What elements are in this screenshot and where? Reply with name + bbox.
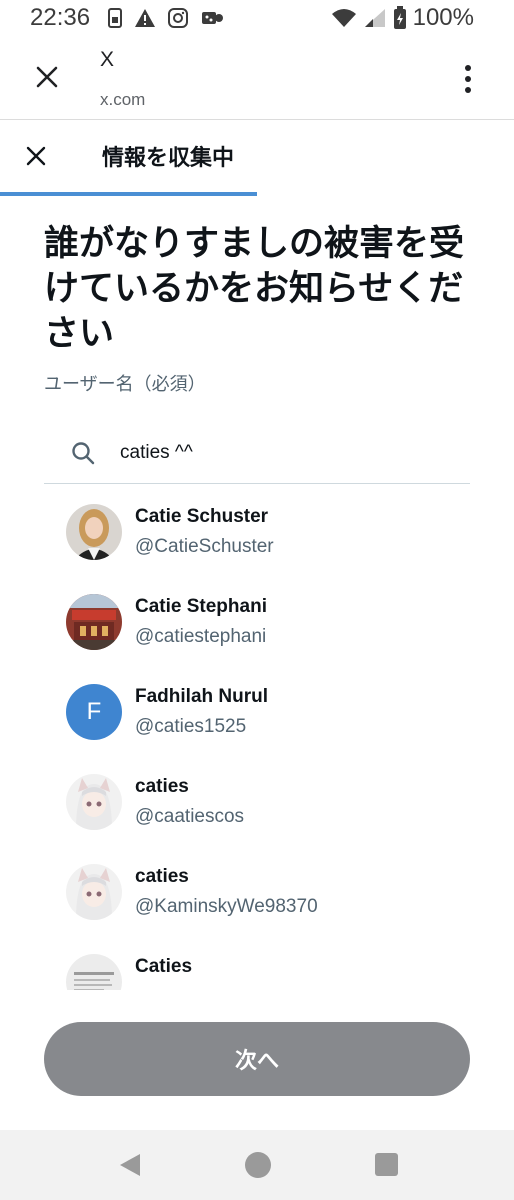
sim-icon xyxy=(108,8,122,28)
back-icon[interactable] xyxy=(118,1152,142,1178)
sheet-title: 情報を収集中 xyxy=(102,146,235,171)
page-heading: 誰がなりすましの被害を受けているかをお知らせください xyxy=(44,224,465,354)
list-item[interactable]: caties @KaminskyWe98370 xyxy=(0,844,514,934)
status-time: 22:36 xyxy=(30,4,91,31)
recent-apps-icon[interactable] xyxy=(375,1153,398,1176)
result-name: caties xyxy=(135,776,189,797)
avatar-letter: F xyxy=(86,698,102,725)
list-item[interactable]: F Fadhilah Nurul @caties1525 xyxy=(0,664,514,754)
search-icon xyxy=(72,442,95,465)
result-name: Catie Stephani xyxy=(135,596,267,617)
next-button[interactable]: 次へ xyxy=(44,1022,470,1096)
battery-icon xyxy=(393,6,406,29)
result-handle: @CatieSchuster xyxy=(135,536,274,557)
username-search-field[interactable] xyxy=(44,426,470,484)
list-item[interactable]: Catie Schuster @CatieSchuster xyxy=(0,484,514,574)
avatar xyxy=(66,504,122,560)
avatar xyxy=(66,774,122,830)
avatar xyxy=(66,954,122,990)
result-name: Catie Schuster xyxy=(135,506,269,527)
close-icon[interactable] xyxy=(24,144,48,168)
report-sheet-header: 情報を収集中 xyxy=(0,120,514,196)
search-input[interactable] xyxy=(120,438,450,468)
result-handle: @caties1525 xyxy=(135,716,247,737)
signal-icon xyxy=(364,9,385,27)
result-handle: @caatiescos xyxy=(135,806,245,827)
username-field-label: ユーザー名（必須） xyxy=(44,374,206,395)
browser-url: x.com xyxy=(100,90,146,109)
search-results-list: Catie Schuster @CatieSchuster Catie Step… xyxy=(0,484,514,990)
result-name: Caties xyxy=(135,956,193,977)
game-icon xyxy=(202,12,223,24)
wifi-icon xyxy=(331,9,356,27)
browser-page-title: X xyxy=(100,48,115,71)
list-item[interactable]: Caties xyxy=(0,934,514,990)
result-handle: @KaminskyWe98370 xyxy=(135,896,318,917)
browser-toolbar: X x.com xyxy=(0,38,514,120)
result-handle: @catiestephani xyxy=(135,626,267,647)
system-navigation-bar xyxy=(0,1130,514,1200)
battery-percentage: 100% xyxy=(412,4,474,31)
status-bar: 22:36 100% xyxy=(0,0,514,38)
avatar: F xyxy=(66,684,122,740)
home-icon[interactable] xyxy=(245,1152,271,1178)
result-name: caties xyxy=(135,866,189,887)
instagram-icon xyxy=(168,8,188,28)
avatar xyxy=(66,864,122,920)
list-item[interactable]: Catie Stephani @catiestephani xyxy=(0,574,514,664)
avatar xyxy=(66,594,122,650)
result-name: Fadhilah Nurul xyxy=(135,686,268,707)
close-icon[interactable] xyxy=(32,62,62,92)
progress-bar xyxy=(0,192,257,196)
list-item[interactable]: caties @caatiescos xyxy=(0,754,514,844)
warning-icon xyxy=(135,9,155,27)
more-vertical-icon[interactable] xyxy=(458,64,478,94)
